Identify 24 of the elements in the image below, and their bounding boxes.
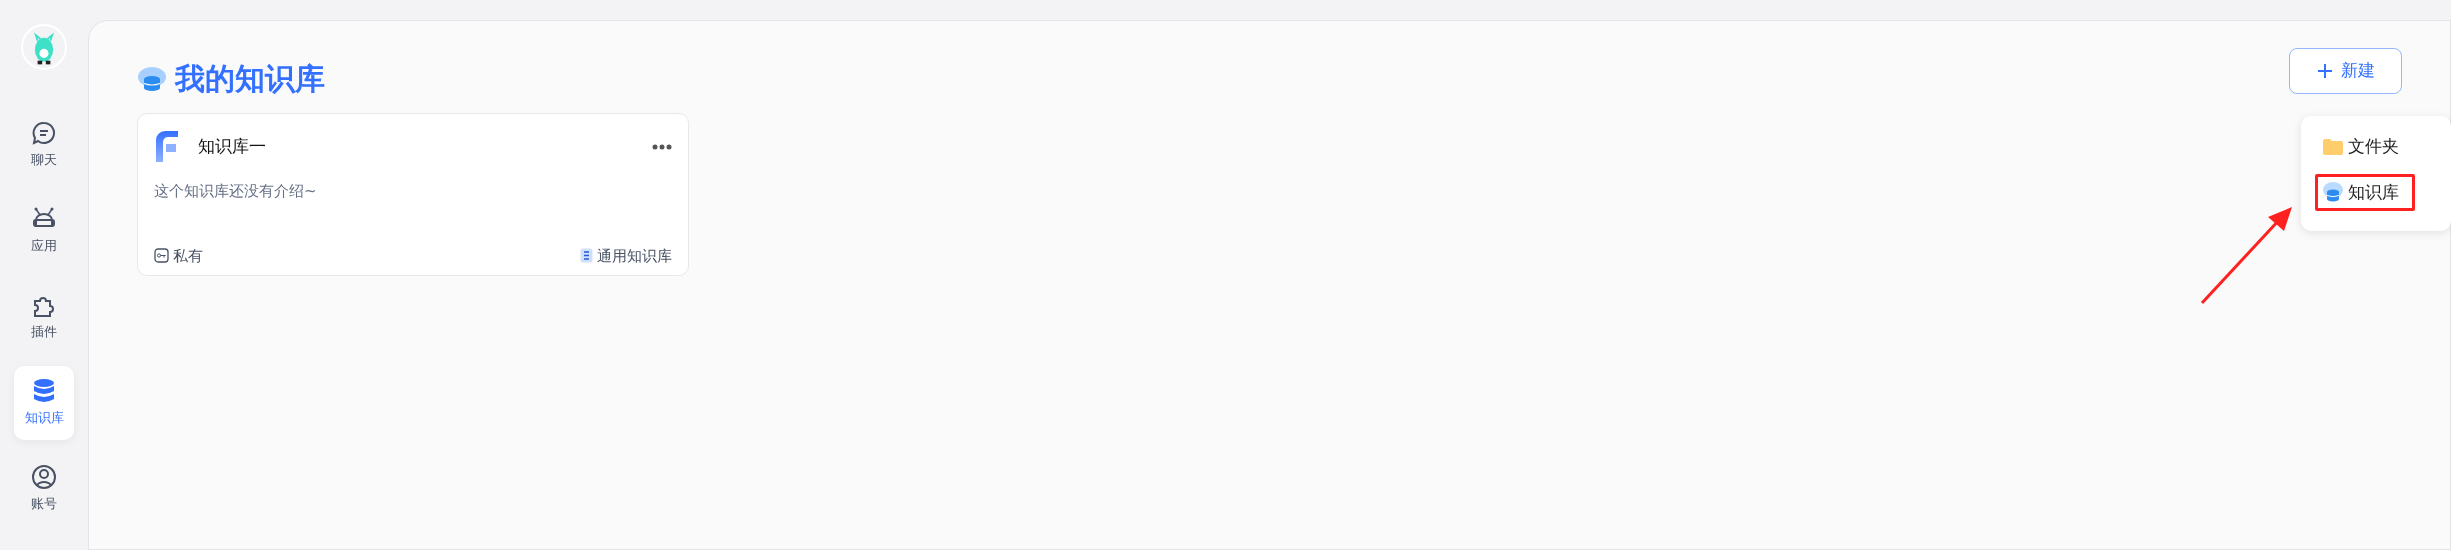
new-button[interactable]: 新建 (2289, 48, 2402, 94)
menu-item[interactable]: 知识库 (2315, 173, 2415, 211)
sidebar-item[interactable]: 应用 (14, 194, 74, 268)
sidebar-item[interactable]: 聊天 (14, 108, 74, 182)
sidebar-item[interactable]: 知识库 (14, 366, 74, 440)
knowledge-card[interactable]: 知识库一 这个知识库还没有介绍~ 私有 通用知识库 (137, 113, 689, 276)
key-icon (154, 248, 169, 264)
more-icon[interactable] (652, 144, 672, 150)
card-title: 知识库一 (198, 135, 266, 159)
user-icon (31, 464, 57, 491)
page-title: 我的知识库 (175, 60, 325, 98)
folder-icon (2322, 137, 2344, 156)
plus-icon (2316, 63, 2333, 79)
type-label: 通用知识库 (597, 245, 672, 267)
chat-icon (31, 120, 57, 147)
card-description: 这个知识库还没有介绍~ (154, 181, 318, 202)
visibility-label: 私有 (173, 245, 203, 267)
database-cloud-icon (2322, 181, 2344, 204)
document-icon (580, 248, 593, 264)
menu-item[interactable]: 文件夹 (2315, 128, 2415, 166)
sidebar-item[interactable]: 插件 (14, 280, 74, 354)
sidebar-item[interactable]: 账号 (14, 452, 74, 526)
database-icon (32, 378, 56, 405)
database-cloud-icon (137, 64, 167, 93)
